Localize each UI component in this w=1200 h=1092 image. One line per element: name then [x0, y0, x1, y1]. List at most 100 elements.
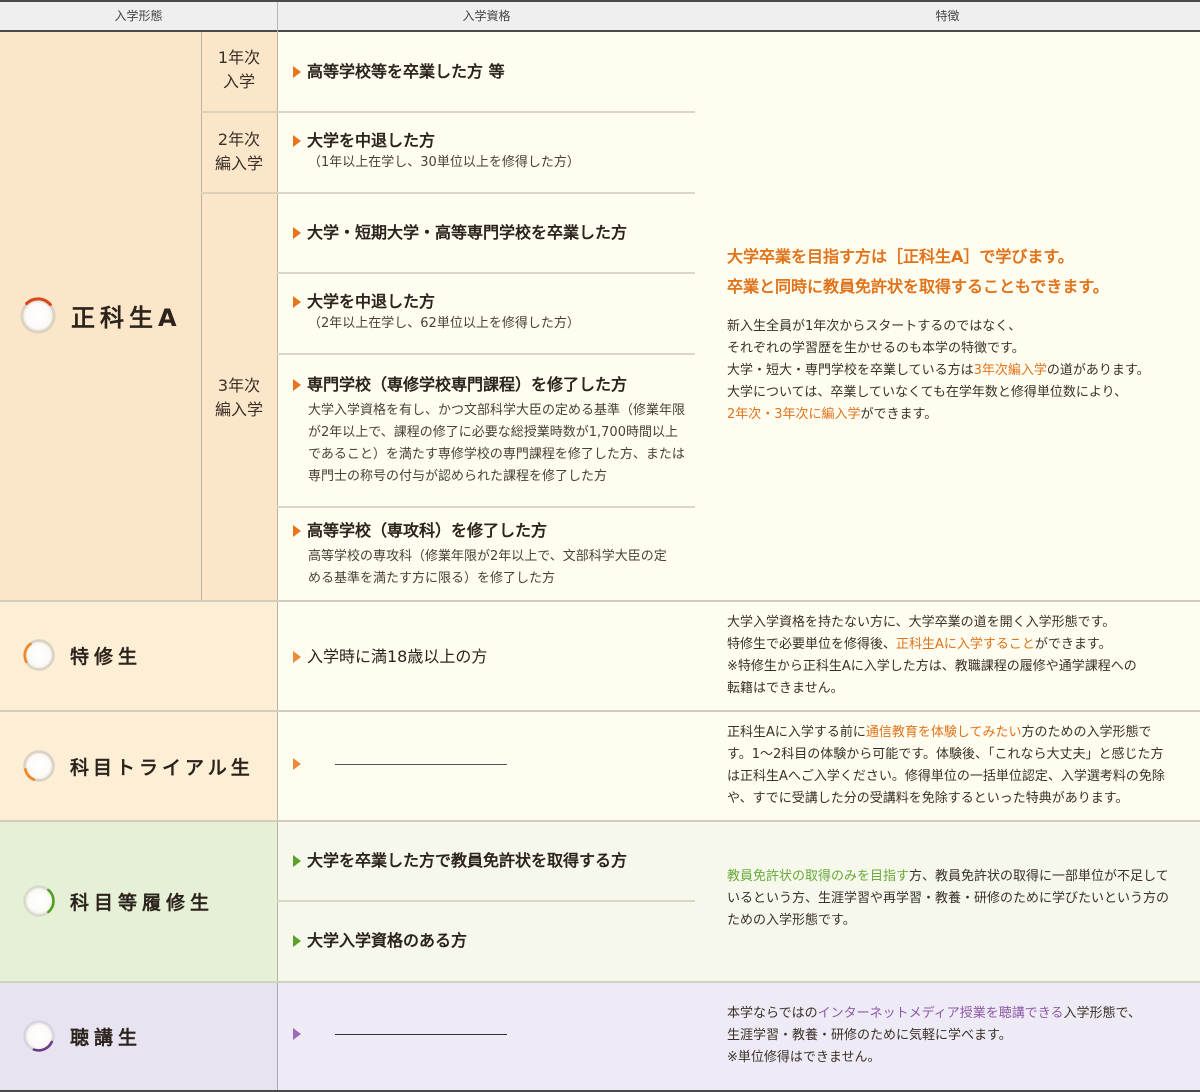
table-header: 入学形態 入学資格 特徴 [0, 0, 1200, 32]
qualification-title: 大学を卒業した方で教員免許状を取得する方 [307, 851, 628, 870]
features-text: 正科生Aに入学する前に通信教育を体験してみたい方のための入学形態です。1～2科目… [727, 722, 1167, 810]
feature-line: 大学については、卒業していなくても在学年数と修得単位数により、 [727, 385, 1128, 400]
qualification-item: 大学・短期大学・高等専門学校を卒業した方 [293, 222, 688, 244]
feature-line: 特修生で必要単位を修得後、正科生Aに入学することができます。 [727, 634, 1177, 656]
year-label-line: 2年次 [217, 130, 261, 149]
features-text: 本学ならではのインターネットメディア授業を聴講できる入学形態で、 生涯学習・教養… [727, 1003, 1177, 1069]
feature-line: ※特修生から正科生Aに入学した方は、教職課程の履修や通学課程への [727, 659, 1137, 674]
feature-line: 大学・短大・専門学校を卒業している方は3年次編入学の道があります。 [727, 360, 1177, 382]
year-label-line: 1年次 [217, 48, 261, 67]
ring-icon [23, 750, 55, 782]
qualification-item: 高等学校等を卒業した方 等 [293, 61, 688, 83]
ring-icon [23, 639, 55, 671]
year-label-line: 編入学 [214, 400, 263, 419]
type-label-tokushu: 特修生 [22, 638, 142, 672]
type-name: 科目等履修生 [70, 891, 215, 914]
qualification-item: 大学を中退した方 （2年以上在学し、62単位以上を修得した方） [293, 291, 688, 335]
year-label-2: 2年次 編入学 [201, 128, 277, 176]
highlight: 3年次編入学 [973, 363, 1047, 378]
year-label-line: 3年次 [217, 376, 261, 395]
divider [201, 111, 277, 113]
text: 特修生で必要単位を修得後、 [727, 637, 897, 652]
divider [277, 506, 695, 508]
arrow-icon [293, 135, 301, 147]
divider [277, 111, 695, 113]
type-name: 正科生A [71, 303, 182, 332]
features-text: 大学入学資格を持たない方に、大学卒業の道を開く入学形態です。 特修生で必要単位を… [727, 612, 1177, 700]
arrow-icon [293, 935, 301, 947]
text: 大学・短大・専門学校を卒業している方は [727, 363, 974, 378]
year-label-line: 編入学 [214, 154, 263, 173]
arrow-icon [293, 296, 301, 308]
arrow-icon [293, 855, 301, 867]
header-type: 入学形態 [114, 9, 163, 23]
admission-table: 入学形態 入学資格 特徴 正科生A 1年次 入学 2年次 編入学 3年次 編入学… [0, 0, 1200, 1092]
highlight: インターネットメディア授業を聴講できる [817, 1006, 1064, 1021]
type-label-seika-a: 正科生A [19, 296, 182, 334]
arrow-icon [293, 1028, 301, 1040]
section-tokushu: 特修生 入学時に満18歳以上の方 大学入学資格を持たない方に、大学卒業の道を開く… [0, 602, 1200, 710]
qualification-title: 入学時に満18歳以上の方 [307, 647, 488, 666]
features-lead: 大学卒業を目指す方は［正科生A］で学びます。 卒業と同時に教員免許状を取得するこ… [727, 242, 1177, 302]
highlight: 教員免許状の取得のみを目指す [727, 869, 910, 884]
divider [201, 192, 277, 194]
feature-line: それぞれの学習歴を生かせるのも本学の特徴です。 [727, 341, 1025, 356]
divider [277, 272, 695, 274]
qualification-title: 大学入学資格のある方 [307, 931, 468, 950]
feature-line: 転籍はできません。 [727, 681, 844, 696]
divider [201, 32, 202, 601]
divider [277, 602, 278, 710]
none-dash [335, 1033, 507, 1035]
qualification-title: 大学・短期大学・高等専門学校を卒業した方 [307, 223, 628, 242]
header-features: 特徴 [935, 9, 960, 23]
feature-line: 本学ならではのインターネットメディア授業を聴講できる入学形態で、 [727, 1003, 1177, 1025]
text: 本学ならではの [727, 1006, 818, 1021]
lead-line: 大学卒業を目指す方は［正科生A］で学びます。 [727, 247, 1074, 266]
feature-line: 新入生全員が1年次からスタートするのではなく、 [727, 319, 1022, 334]
arrow-icon [293, 525, 301, 537]
type-name: 聴講生 [70, 1026, 143, 1049]
year-label-1: 1年次 入学 [201, 46, 277, 94]
qualification-item: 高等学校（専攻科）を修了した方 高等学校の専攻科（修業年限が2年以上で、文部科学… [293, 520, 688, 590]
type-label-trial: 科目トライアル生 [22, 749, 254, 783]
ring-icon [20, 297, 56, 334]
qualification-item: 大学入学資格のある方 [293, 930, 688, 952]
features-text: 教員免許状の取得のみを目指す方、教員免許状の取得に一部単位が不足しているという方… [727, 866, 1172, 932]
highlight: 正科生Aに入学すること [896, 637, 1035, 652]
section-seika-a: 正科生A 1年次 入学 2年次 編入学 3年次 編入学 高等学校等を卒業した方 … [0, 32, 1200, 601]
text: 入学形態で、 [1063, 1006, 1141, 1021]
none-dash [335, 763, 507, 765]
arrow-icon [293, 651, 301, 663]
arrow-icon [293, 66, 301, 78]
qualification-item: 大学を卒業した方で教員免許状を取得する方 [293, 850, 688, 872]
divider [277, 192, 695, 194]
year-label-line: 入学 [222, 72, 255, 91]
features-text: 大学卒業を目指す方は［正科生A］で学びます。 卒業と同時に教員免許状を取得するこ… [727, 242, 1177, 426]
arrow-icon [293, 758, 301, 770]
qualification-note: 高等学校の専攻科（修業年限が2年以上で、文部科学大臣の定める基準を満たす方に限る… [308, 549, 667, 586]
qualification-note: （1年以上在学し、30単位以上を修得した方） [308, 155, 580, 170]
divider [277, 983, 278, 1090]
text: ができます。 [1034, 637, 1112, 652]
divider [277, 32, 278, 601]
qualification-note: （2年以上在学し、62単位以上を修得した方） [308, 316, 580, 331]
divider [277, 900, 695, 902]
ring-icon [23, 885, 55, 917]
qualification-item [293, 758, 688, 770]
highlight: 通信教育を体験してみたい [865, 725, 1022, 740]
text: 正科生Aに入学する前に [727, 725, 866, 740]
lead-line: 卒業と同時に教員免許状を取得することもできます。 [727, 277, 1109, 296]
qualification-title: 高等学校（専攻科）を修了した方 [307, 521, 548, 540]
qualification-item [293, 1028, 688, 1040]
qualification-item: 大学を中退した方 （1年以上在学し、30単位以上を修得した方） [293, 130, 688, 174]
highlight: 2年次・3年次に編入学 [727, 407, 861, 422]
year-label-3: 3年次 編入学 [201, 374, 277, 422]
qualification-note: 大学入学資格を有し、かつ文部科学大臣の定める基準（修業年限が2年以上で、課程の修… [308, 403, 686, 484]
qualification-title: 大学を中退した方 [307, 131, 436, 150]
qualification-title: 高等学校等を卒業した方 等 [307, 62, 505, 81]
qualification-title: 専門学校（専修学校専門課程）を修了した方 [307, 375, 628, 394]
header-qualification: 入学資格 [462, 9, 511, 23]
section-choko: 聴講生 本学ならではのインターネットメディア授業を聴講できる入学形態で、 生涯学… [0, 983, 1200, 1090]
divider [277, 712, 278, 820]
type-label-rishu: 科目等履修生 [22, 884, 214, 918]
